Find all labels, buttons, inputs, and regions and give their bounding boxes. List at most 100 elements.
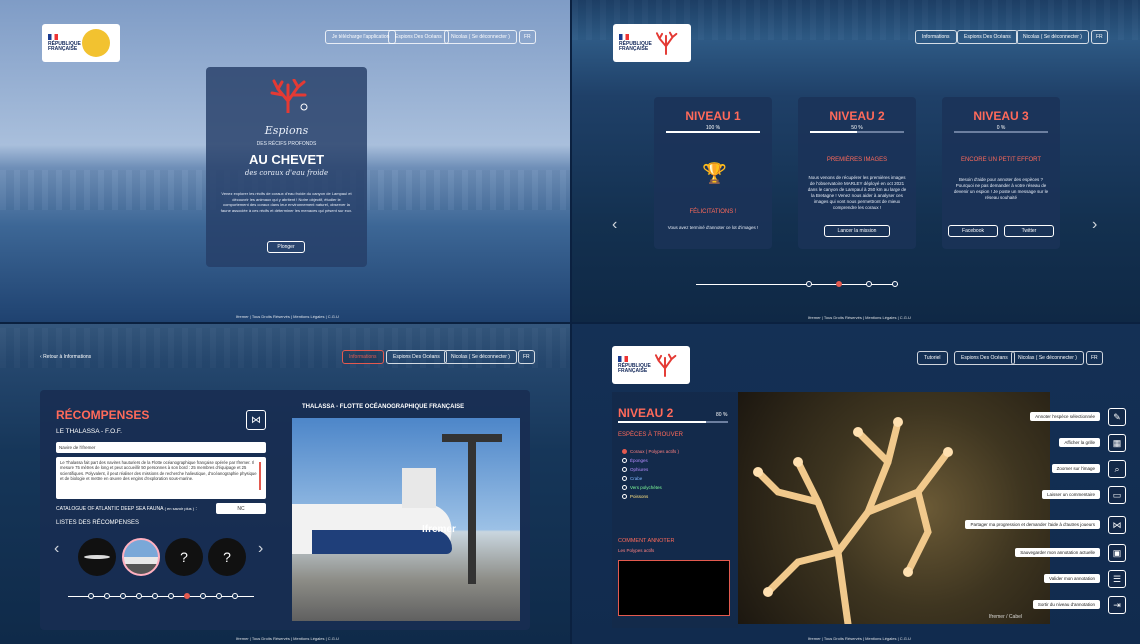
ship-photo: Ifremer [292, 418, 520, 621]
species-polychaetes[interactable]: Vers polychètes [622, 485, 662, 490]
species-fish[interactable]: Poissons [622, 494, 648, 499]
species-sponges[interactable]: Éponges [622, 458, 648, 463]
crane-arm [442, 434, 502, 442]
species-brittlestars[interactable]: Ophiures [622, 467, 648, 472]
next-arrow-icon[interactable]: › [258, 540, 263, 558]
save-icon[interactable]: ▣ [1108, 544, 1126, 562]
logo-block: RÉPUBLIQUE FRANÇAISE [42, 24, 120, 62]
catalogue-label: CATALOGUE OF ATLANTIC DEEP SEA FAUNA ( e… [56, 506, 197, 512]
how-to-video[interactable] [618, 560, 730, 616]
republique-francaise-logo: RÉPUBLIQUE FRANÇAISE [619, 34, 652, 52]
pager-dot[interactable] [200, 593, 206, 599]
nav-user-logout[interactable]: Nicolas ( Se déconnecter ) [1016, 30, 1089, 44]
grid-icon[interactable]: ▦ [1108, 434, 1126, 452]
footer[interactable]: Ifremer | Tous Droits Réservés | Mention… [808, 636, 911, 641]
species-radio [622, 476, 627, 481]
nav-user-logout[interactable]: Nicolas ( Se déconnecter ) [1011, 351, 1084, 365]
nav-espions[interactable]: Espions Des Océans [386, 350, 447, 364]
species-crab[interactable]: Crabe [622, 476, 642, 481]
trophy-icon: 🏆 [702, 163, 727, 185]
species-title: ESPÈCES À TROUVER [618, 432, 683, 438]
species-radio [622, 494, 627, 499]
pager-dot-active[interactable] [184, 593, 190, 599]
level-progress-track [954, 131, 1048, 133]
nav-user-logout[interactable]: Nicolas ( Se déconnecter ) [444, 30, 517, 44]
zoom-icon[interactable]: ⌕ [1108, 460, 1126, 478]
coral-image [753, 417, 953, 624]
ship-label: Ifremer [422, 524, 456, 535]
pager [696, 281, 898, 287]
catalogue-link[interactable]: ( en savoir plus ) [165, 506, 195, 511]
nav-user-logout[interactable]: Nicolas ( Se déconnecter ) [444, 350, 517, 364]
logo-block: RÉPUBLIQUE FRANÇAISE [613, 24, 691, 62]
back-link-label: Retour à Informations [43, 354, 92, 360]
pager-dot[interactable] [216, 593, 222, 599]
share-icon[interactable]: ⋈ [246, 410, 266, 430]
how-to-title: COMMENT ANNOTER [618, 538, 675, 544]
back-link[interactable]: ‹ Retour à Informations [40, 354, 91, 360]
nav-language[interactable]: FR [519, 30, 536, 44]
launch-mission-button[interactable]: Lancer la mission [824, 225, 890, 237]
exit-icon[interactable]: ⇥ [1108, 596, 1126, 614]
tool-label: Valider mon annotation [1044, 574, 1100, 583]
nav-informations[interactable]: Informations [342, 350, 384, 364]
nav-tutoriel[interactable]: Tutoriel [917, 351, 948, 365]
levels-screen: RÉPUBLIQUE FRANÇAISE Informations Espions… [572, 0, 1140, 322]
level-heading: PREMIÈRES IMAGES [826, 157, 888, 163]
footer[interactable]: Ifremer | Tous Droits Réservés | Mention… [808, 315, 911, 320]
facebook-button[interactable]: Facebook [948, 225, 998, 237]
photo-title: THALASSA - FLOTTE OCÉANOGRAPHIQUE FRANÇA… [302, 404, 465, 410]
prev-arrow-icon[interactable]: ‹ [54, 540, 59, 558]
nav-language[interactable]: FR [1086, 351, 1103, 365]
comment-icon[interactable]: ▭ [1108, 486, 1126, 504]
pager-dot[interactable] [806, 281, 812, 287]
crane [468, 434, 476, 584]
species-radio [622, 458, 627, 463]
twitter-button[interactable]: Twitter [1004, 225, 1054, 237]
nav-informations[interactable]: Informations [915, 30, 957, 44]
pager-dot[interactable] [152, 593, 158, 599]
pager-dot-active[interactable] [836, 281, 842, 287]
pager-dot[interactable] [88, 593, 94, 599]
pager-dot[interactable] [120, 593, 126, 599]
nav-espions[interactable]: Espions Des Océans [957, 30, 1018, 44]
reward-item-locked[interactable]: ? [165, 538, 203, 576]
reward-description: Le Thalassa fait part des navires hautur… [56, 457, 266, 499]
pager-dot[interactable] [104, 593, 110, 599]
nav-language[interactable]: FR [518, 350, 535, 364]
tool-label: Sortir du niveau d'annotation [1032, 600, 1100, 609]
nav-app-download[interactable]: Je télécharge l'application [325, 30, 397, 44]
description-scrollbar[interactable] [259, 462, 261, 490]
reward-subtitle: LE THALASSA - F.O.F. [56, 428, 122, 435]
species-corals[interactable]: Coraux ( Polypes actifs ) [622, 449, 679, 454]
reward-field: Navire de l'ifremer [56, 442, 266, 453]
level-body: Nous venons de récupérer les premières i… [807, 175, 907, 210]
reward-item-ship[interactable] [122, 538, 160, 576]
species-radio [622, 485, 627, 490]
pager-dot[interactable] [866, 281, 872, 287]
footer[interactable]: Ifremer | Tous Droits Réservés | Mention… [236, 636, 339, 641]
pager-dot[interactable] [232, 593, 238, 599]
prev-arrow-icon[interactable]: ‹ [612, 216, 617, 234]
footer[interactable]: Ifremer | Tous Droits Réservés | Mention… [236, 314, 339, 319]
next-arrow-icon[interactable]: › [1092, 216, 1097, 234]
pager-dot[interactable] [892, 281, 898, 287]
pager-dot[interactable] [136, 593, 142, 599]
level-progress-bar [618, 421, 706, 423]
pager-dot[interactable] [168, 593, 174, 599]
rewards-title: RÉCOMPENSES [56, 408, 150, 422]
tool-label: Laisser un commentaire [1041, 490, 1100, 499]
tool-label: Sauvegarder mon annotation actuelle [1015, 548, 1100, 557]
share-icon[interactable]: ⋈ [1108, 516, 1126, 534]
welcome-card: Espions DES RÉCIFS PROFONDS AU CHEVET de… [206, 67, 367, 267]
reward-item-fish[interactable] [78, 538, 116, 576]
subheadline: des coraux d'eau froide [244, 169, 329, 177]
nav-language[interactable]: FR [1091, 30, 1108, 44]
nav-espions[interactable]: Espions Des Océans [954, 351, 1015, 365]
pencil-icon[interactable]: ✎ [1108, 408, 1126, 426]
annotation-image[interactable]: Ifremer / Cabel [738, 392, 1050, 624]
nav-espions[interactable]: Espions Des Océans [388, 30, 449, 44]
reward-item-locked[interactable]: ? [208, 538, 246, 576]
plonger-button[interactable]: Plonger [267, 241, 305, 253]
validate-icon[interactable]: ☰ [1108, 570, 1126, 588]
